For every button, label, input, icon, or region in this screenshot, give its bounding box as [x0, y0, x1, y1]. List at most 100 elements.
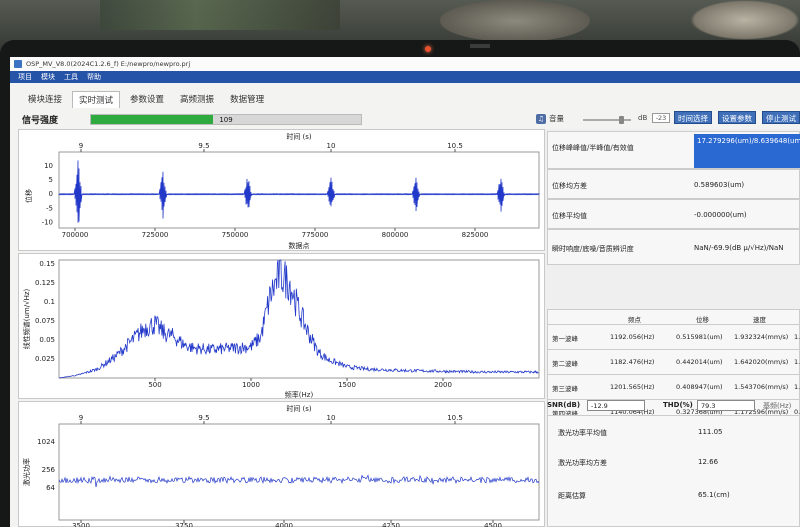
distance-value: 65.1(cm): [698, 491, 730, 499]
signal-strength-label: 信号强度: [22, 116, 59, 126]
top-tick-label: 9: [79, 142, 83, 150]
tab-data-management[interactable]: 数据管理: [224, 91, 270, 108]
signal-strength-bar: 109: [90, 114, 362, 125]
fundamental-label: 基频(Hz): [763, 402, 792, 410]
x-tick-label: 775000: [302, 231, 329, 239]
cell-extra: 1.24: [794, 358, 800, 366]
webcam-light: [425, 46, 431, 52]
spectrum-chart: 500 1000 1500 2000 频率(Hz) 0.15 0.125 0.1 0.075 0.…: [22, 259, 540, 399]
top-axis-label: 时间 (s): [286, 404, 312, 413]
speaker-icon[interactable]: ♫: [536, 113, 546, 124]
cell-name: 第二波峰: [552, 360, 578, 368]
volume-slider[interactable]: [583, 116, 631, 124]
distance-label: 距离估算: [558, 492, 586, 500]
volume-slider-knob[interactable]: [619, 116, 624, 124]
x-tick-label: 825000: [462, 231, 489, 239]
snr-label: SNR(dB): [547, 401, 581, 409]
top-tick-label: 10: [327, 142, 336, 150]
y-tick-label: 0.15: [39, 260, 55, 268]
y-tick-label: -5: [46, 204, 53, 212]
laser-power-mean-value: 111.05: [698, 428, 723, 436]
info-value[interactable]: 17.279296(um)/8.639648(um)/0.589603(um): [694, 134, 800, 168]
set-params-button[interactable]: 设置参数: [718, 111, 756, 124]
laser-info: 激光功率平均值 111.05 激光功率均方差 12.66 距离估算 65.1(c…: [547, 415, 800, 527]
laser-power-std-value: 12.66: [698, 458, 719, 466]
info-value: NaN/-69.9(dB μ/√Hz)/NaN: [694, 244, 784, 252]
info-label: 瞬时响度/底噪/音质辨识度: [552, 245, 634, 253]
cell-disp: 0.515981(um): [676, 333, 723, 341]
x-tick-label: 3750: [175, 522, 193, 527]
x-axis-label: 数据点: [289, 241, 310, 250]
thd-value[interactable]: 79.3: [697, 400, 755, 411]
y-tick-label: 0.1: [44, 298, 55, 306]
y-tick-label: 10: [44, 162, 53, 170]
db-label: dB: [638, 114, 648, 122]
app-icon: [14, 60, 22, 68]
col-vel: 速度: [753, 316, 766, 324]
menu-help[interactable]: 帮助: [87, 71, 101, 83]
cell-extra: 1.43: [794, 333, 800, 341]
table-row[interactable]: 第三波峰 1201.565(Hz) 0.408947(um) 1.543706(mm/…: [547, 375, 800, 400]
plot-area: [58, 151, 540, 229]
y-tick-label: 0.025: [35, 355, 55, 363]
x-tick-label: 4000: [275, 522, 293, 527]
db-value-field[interactable]: -23: [652, 113, 670, 123]
cell-extra: 1.17: [794, 383, 800, 391]
top-tick-label: 9.5: [198, 142, 209, 150]
x-axis-label: 频率(Hz): [285, 390, 314, 399]
screen: OSP_MV_V8.0(2024C1.2.6_f) E:/newpro/newp…: [10, 57, 800, 527]
top-tick-label: 10.5: [447, 142, 463, 150]
signal-strength-value: 109: [219, 116, 233, 124]
title-bar: OSP_MV_V8.0(2024C1.2.6_f) E:/newpro/newp…: [10, 57, 800, 71]
peak-table-header: 频点 位移 速度: [547, 309, 800, 325]
x-tick-label: 4250: [382, 522, 400, 527]
table-row[interactable]: 第二波峰 1182.476(Hz) 0.442014(um) 1.642020(mm/…: [547, 350, 800, 375]
y-axis-label: 线性频谱(um/√Hz): [22, 288, 31, 349]
tab-realtime-test[interactable]: 实时测试: [72, 91, 121, 108]
top-tick-label: 10: [327, 414, 336, 422]
cell-vel: 1.642020(mm/s): [734, 358, 789, 366]
col-freq: 频点: [628, 316, 641, 324]
tab-param-settings[interactable]: 参数设置: [124, 91, 170, 108]
info-label: 位移平均值: [552, 212, 587, 220]
tab-module-connect[interactable]: 模块连接: [22, 91, 68, 108]
cell-disp: 0.408947(um): [676, 383, 723, 391]
laser-power-plot[interactable]: 时间 (s) 9 9.5 10 10.5 1024 256 64 3500 3750 4000 425…: [18, 401, 545, 527]
y-tick-label: 0.05: [39, 336, 55, 344]
webcam-sticker: [470, 44, 490, 48]
y-tick-label: 5: [49, 176, 53, 184]
laser-power-chart: 时间 (s) 9 9.5 10 10.5 1024 256 64 3500 3750 4000 425…: [22, 404, 540, 527]
info-row-mean: 位移平均值 -0.000000(um): [547, 199, 800, 229]
snr-value[interactable]: -12.9: [587, 400, 645, 411]
spectrum-plot[interactable]: 500 1000 1500 2000 频率(Hz) 0.15 0.125 0.1 0.075 0.…: [18, 253, 545, 399]
laser-power-std-label: 激光功率均方差: [558, 459, 607, 467]
time-select-button[interactable]: 时间选择: [674, 111, 712, 124]
displacement-chart: 时间 (s) 9 9.5 10 10.5 700000 725000 750000 775000…: [24, 132, 540, 250]
x-tick-label: 725000: [142, 231, 169, 239]
tab-hf-vibration[interactable]: 高频测振: [174, 91, 220, 108]
x-tick-label: 500: [148, 381, 161, 389]
top-tick-label: 10.5: [447, 414, 463, 422]
displacement-plot[interactable]: 时间 (s) 9 9.5 10 10.5 700000 725000 750000 775000…: [18, 129, 545, 251]
table-row[interactable]: 第一波峰 1192.056(Hz) 0.515981(um) 1.932324(mm/…: [547, 325, 800, 350]
menu-tools[interactable]: 工具: [64, 71, 78, 83]
y-tick-label: 0: [49, 190, 53, 198]
window-title: OSP_MV_V8.0(2024C1.2.6_f) E:/newpro/newp…: [26, 60, 191, 68]
top-tick-label: 9: [79, 414, 83, 422]
stop-test-button[interactable]: 停止测试: [762, 111, 800, 124]
info-row-peak: 位移峰峰值/半峰值/有效值 17.279296(um)/8.639648(um)…: [547, 131, 800, 169]
y-axis-label: 激光功率: [22, 458, 31, 486]
x-tick-label: 700000: [62, 231, 89, 239]
menu-project[interactable]: 项目: [18, 71, 32, 83]
menu-module[interactable]: 模块: [41, 71, 55, 83]
x-tick-label: 3500: [72, 522, 90, 527]
tab-bar: 模块连接 实时测试 参数设置 高频测振 数据管理: [22, 91, 270, 108]
y-axis-label: 位移: [24, 189, 33, 203]
cell-freq: 1192.056(Hz): [610, 333, 655, 341]
laser-power-mean-label: 激光功率平均值: [558, 429, 607, 437]
info-value: -0.000000(um): [694, 211, 747, 219]
cell-disp: 0.442014(um): [676, 358, 723, 366]
info-value: 0.589603(um): [694, 181, 745, 189]
plot-area: [58, 423, 540, 521]
x-tick-label: 2000: [434, 381, 452, 389]
